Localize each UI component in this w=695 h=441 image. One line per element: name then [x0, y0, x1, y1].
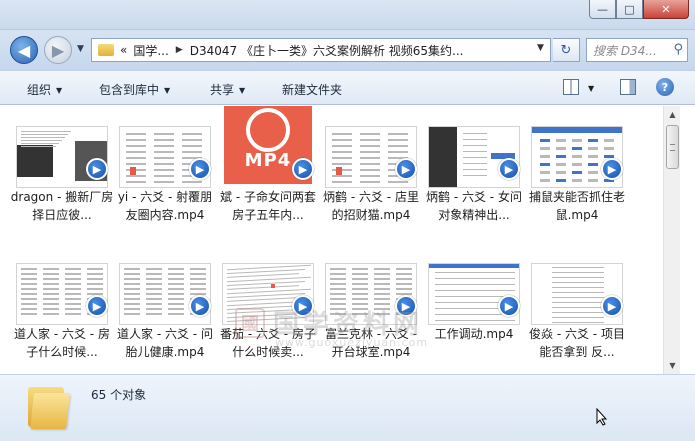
navigation-bar: ◀ ▶ ▼ « 国学... ▶ D34047 《庄卜一类》六爻案例解析 视频65…	[0, 30, 695, 70]
folder-icon	[28, 383, 72, 429]
search-input[interactable]: 搜索 D34... ⚲	[586, 38, 688, 62]
watermark-url: www.guoxueziyuan.com	[275, 336, 429, 349]
address-dropdown-icon[interactable]: ▼	[537, 43, 544, 53]
chevron-down-icon: ▼	[164, 86, 171, 95]
preview-pane-icon[interactable]	[620, 79, 636, 95]
file-name: 炳鹤 - 六爻 - 店里的招财猫.mp4	[323, 190, 419, 222]
media-player-badge-icon: ▶	[601, 158, 623, 180]
recent-pages-dropdown-icon[interactable]: ▼	[77, 44, 84, 54]
media-player-badge-icon: ▶	[189, 158, 211, 180]
include-in-library-label: 包含到库中	[99, 83, 160, 97]
media-player-badge-icon: ▶	[86, 295, 108, 317]
media-player-badge-icon: ▶	[498, 295, 520, 317]
scrollbar-thumb[interactable]	[666, 125, 679, 169]
back-button[interactable]: ◀	[10, 36, 38, 64]
close-button[interactable]: ✕	[643, 0, 689, 19]
file-name: 斌 - 子命女问两套房子五年内...	[220, 190, 316, 222]
details-pane: 65 个对象	[0, 374, 695, 441]
scroll-up-icon[interactable]: ▲	[664, 106, 681, 123]
file-tile[interactable]: ▶ yi - 六爻 - 射覆朋友圈内容.mp4	[118, 126, 215, 251]
file-tile[interactable]: ▶ 捕鼠夹能否抓住老鼠.mp4	[529, 126, 627, 251]
file-name: 道人家 - 六爻 - 问胎儿健康.mp4	[117, 327, 213, 359]
file-tile[interactable]: ▶ 俊焱 - 六爻 - 项目能否拿到 反...	[529, 263, 627, 374]
view-options-dropdown-icon[interactable]: ▼	[588, 84, 594, 93]
file-name: yi - 六爻 - 射覆朋友圈内容.mp4	[117, 190, 213, 222]
media-player-badge-icon: ▶	[86, 158, 108, 180]
file-name: 俊焱 - 六爻 - 项目能否拿到 反...	[529, 327, 625, 359]
file-name: dragon - 搬新厂房择日应彼...	[10, 190, 114, 222]
forward-button[interactable]: ▶	[44, 36, 72, 64]
file-tile[interactable]: MP4 ▶ 斌 - 子命女问两套房子五年内...	[220, 106, 318, 251]
file-name: 捕鼠夹能否抓住老鼠.mp4	[528, 190, 625, 222]
chevron-down-icon: ▼	[239, 86, 246, 95]
file-tile[interactable]: ▶ 道人家 - 六爻 - 问胎儿健康.mp4	[117, 263, 215, 374]
refresh-button[interactable]: ↻	[553, 38, 580, 62]
file-tile[interactable]: ▶ 道人家 - 六爻 - 房子什么时候...	[14, 263, 112, 374]
media-player-badge-icon: ▶	[292, 158, 314, 180]
file-name: 工作调动.mp4	[434, 327, 514, 341]
watermark-seal: 國	[235, 308, 265, 338]
breadcrumb-separator-icon[interactable]: ▶	[176, 45, 183, 55]
scroll-down-icon[interactable]: ▼	[664, 357, 681, 374]
address-bar[interactable]: « 国学... ▶ D34047 《庄卜一类》六爻案例解析 视频65集约...	[91, 38, 551, 62]
share-label: 共享	[210, 83, 235, 97]
vertical-scrollbar[interactable]: ▲ ▼	[663, 106, 680, 374]
mouse-cursor-icon	[596, 408, 608, 426]
breadcrumb-item[interactable]: 国学...	[133, 42, 168, 59]
search-placeholder: 搜索 D34...	[593, 43, 657, 58]
maximize-button[interactable]: □	[616, 0, 643, 19]
file-tile[interactable]: ▶ 炳鹤 - 六爻 - 店里的招财猫.mp4	[323, 126, 421, 251]
file-tile[interactable]: ▶ 炳鹤 - 六爻 - 女问对象精神出...	[426, 126, 524, 251]
chevron-down-icon: ▼	[56, 86, 63, 95]
breadcrumb-overflow[interactable]: «	[120, 43, 127, 57]
help-button[interactable]: ?	[656, 78, 674, 96]
title-bar: — □ ✕	[0, 0, 695, 30]
search-icon[interactable]: ⚲	[673, 42, 683, 57]
folder-icon	[98, 44, 114, 56]
breadcrumb-current[interactable]: D34047 《庄卜一类》六爻案例解析 视频65集约...	[190, 42, 464, 59]
file-tile[interactable]: ▶ dragon - 搬新厂房择日应彼...	[11, 126, 113, 251]
share-menu[interactable]: 共享 ▼	[210, 81, 245, 98]
organize-label: 组织	[27, 83, 52, 97]
organize-menu[interactable]: 组织 ▼	[27, 81, 62, 98]
window-controls: — □ ✕	[589, 0, 689, 19]
new-folder-button[interactable]: 新建文件夹	[282, 81, 342, 98]
change-view-icon[interactable]	[563, 79, 579, 95]
media-player-badge-icon: ▶	[395, 158, 417, 180]
file-name: 炳鹤 - 六爻 - 女问对象精神出...	[426, 190, 522, 222]
file-name: 道人家 - 六爻 - 房子什么时候...	[14, 327, 110, 359]
minimize-button[interactable]: —	[589, 0, 616, 19]
media-player-badge-icon: ▶	[189, 295, 211, 317]
include-in-library-menu[interactable]: 包含到库中 ▼	[99, 81, 170, 98]
file-list[interactable]: ▶ dragon - 搬新厂房择日应彼... ▶ yi - 六爻 - 射覆朋友圈内容.…	[0, 106, 663, 374]
media-player-badge-icon: ▶	[601, 295, 623, 317]
media-player-badge-icon: ▶	[498, 158, 520, 180]
item-count: 65 个对象	[91, 388, 147, 402]
command-bar: 组织 ▼ 包含到库中 ▼ 共享 ▼ 新建文件夹 ▼ ?	[0, 70, 695, 105]
file-tile[interactable]: ▶ 工作调动.mp4	[428, 263, 524, 374]
